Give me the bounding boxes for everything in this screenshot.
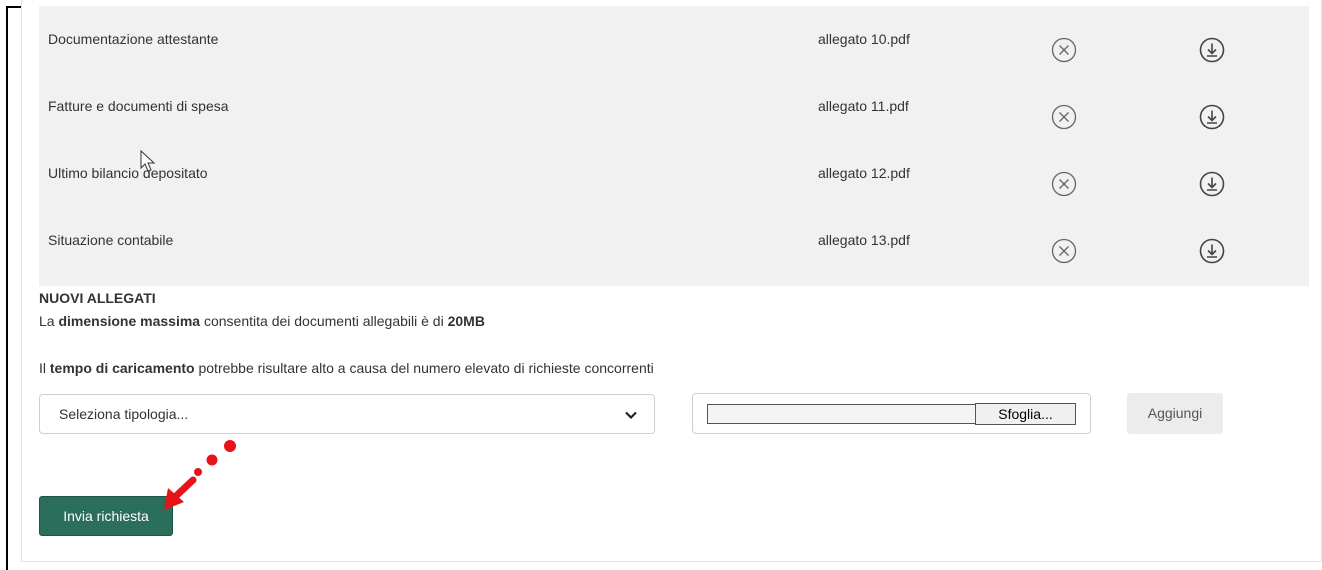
attachment-filename: allegato 10.pdf: [818, 31, 910, 47]
download-icon[interactable]: [1198, 237, 1226, 265]
attachment-filename: allegato 13.pdf: [818, 232, 910, 248]
table-row: Documentazione attestante allegato 10.pd…: [39, 6, 1309, 74]
document-type-select[interactable]: Seleziona tipologia...: [39, 394, 655, 434]
upload-time-info: Il tempo di caricamento potrebbe risulta…: [39, 360, 654, 376]
delete-icon[interactable]: [1050, 170, 1078, 198]
table-row: Ultimo bilancio depositato allegato 12.p…: [39, 140, 1309, 208]
chevron-down-icon: [625, 411, 637, 420]
attachment-description: Documentazione attestante: [48, 31, 219, 47]
attachment-description: Fatture e documenti di spesa: [48, 98, 229, 114]
attachments-table: Documentazione attestante allegato 10.pd…: [39, 6, 1309, 286]
attachment-description: Situazione contabile: [48, 232, 174, 248]
delete-icon[interactable]: [1050, 36, 1078, 64]
file-upload-field: Sfoglia...: [692, 393, 1091, 434]
attachment-description: Ultimo bilancio depositato: [48, 165, 208, 181]
attachment-filename: allegato 11.pdf: [818, 98, 909, 114]
max-size-info: La dimensione massima consentita dei doc…: [39, 313, 485, 329]
download-icon[interactable]: [1198, 36, 1226, 64]
table-row: Situazione contabile allegato 13.pdf: [39, 207, 1309, 275]
document-type-placeholder: Seleziona tipologia...: [59, 406, 189, 422]
file-path-input[interactable]: [707, 404, 975, 424]
submit-request-button[interactable]: Invia richiesta: [39, 496, 173, 536]
browse-button[interactable]: Sfoglia...: [975, 403, 1076, 425]
attachment-filename: allegato 12.pdf: [818, 165, 910, 181]
delete-icon[interactable]: [1050, 237, 1078, 265]
delete-icon[interactable]: [1050, 103, 1078, 131]
download-icon[interactable]: [1198, 170, 1226, 198]
download-icon[interactable]: [1198, 103, 1226, 131]
mouse-pointer-icon: [140, 150, 156, 172]
new-attachments-title: NUOVI ALLEGATI: [39, 290, 156, 306]
table-row: Fatture e documenti di spesa allegato 11…: [39, 73, 1309, 141]
add-button[interactable]: Aggiungi: [1127, 393, 1223, 434]
